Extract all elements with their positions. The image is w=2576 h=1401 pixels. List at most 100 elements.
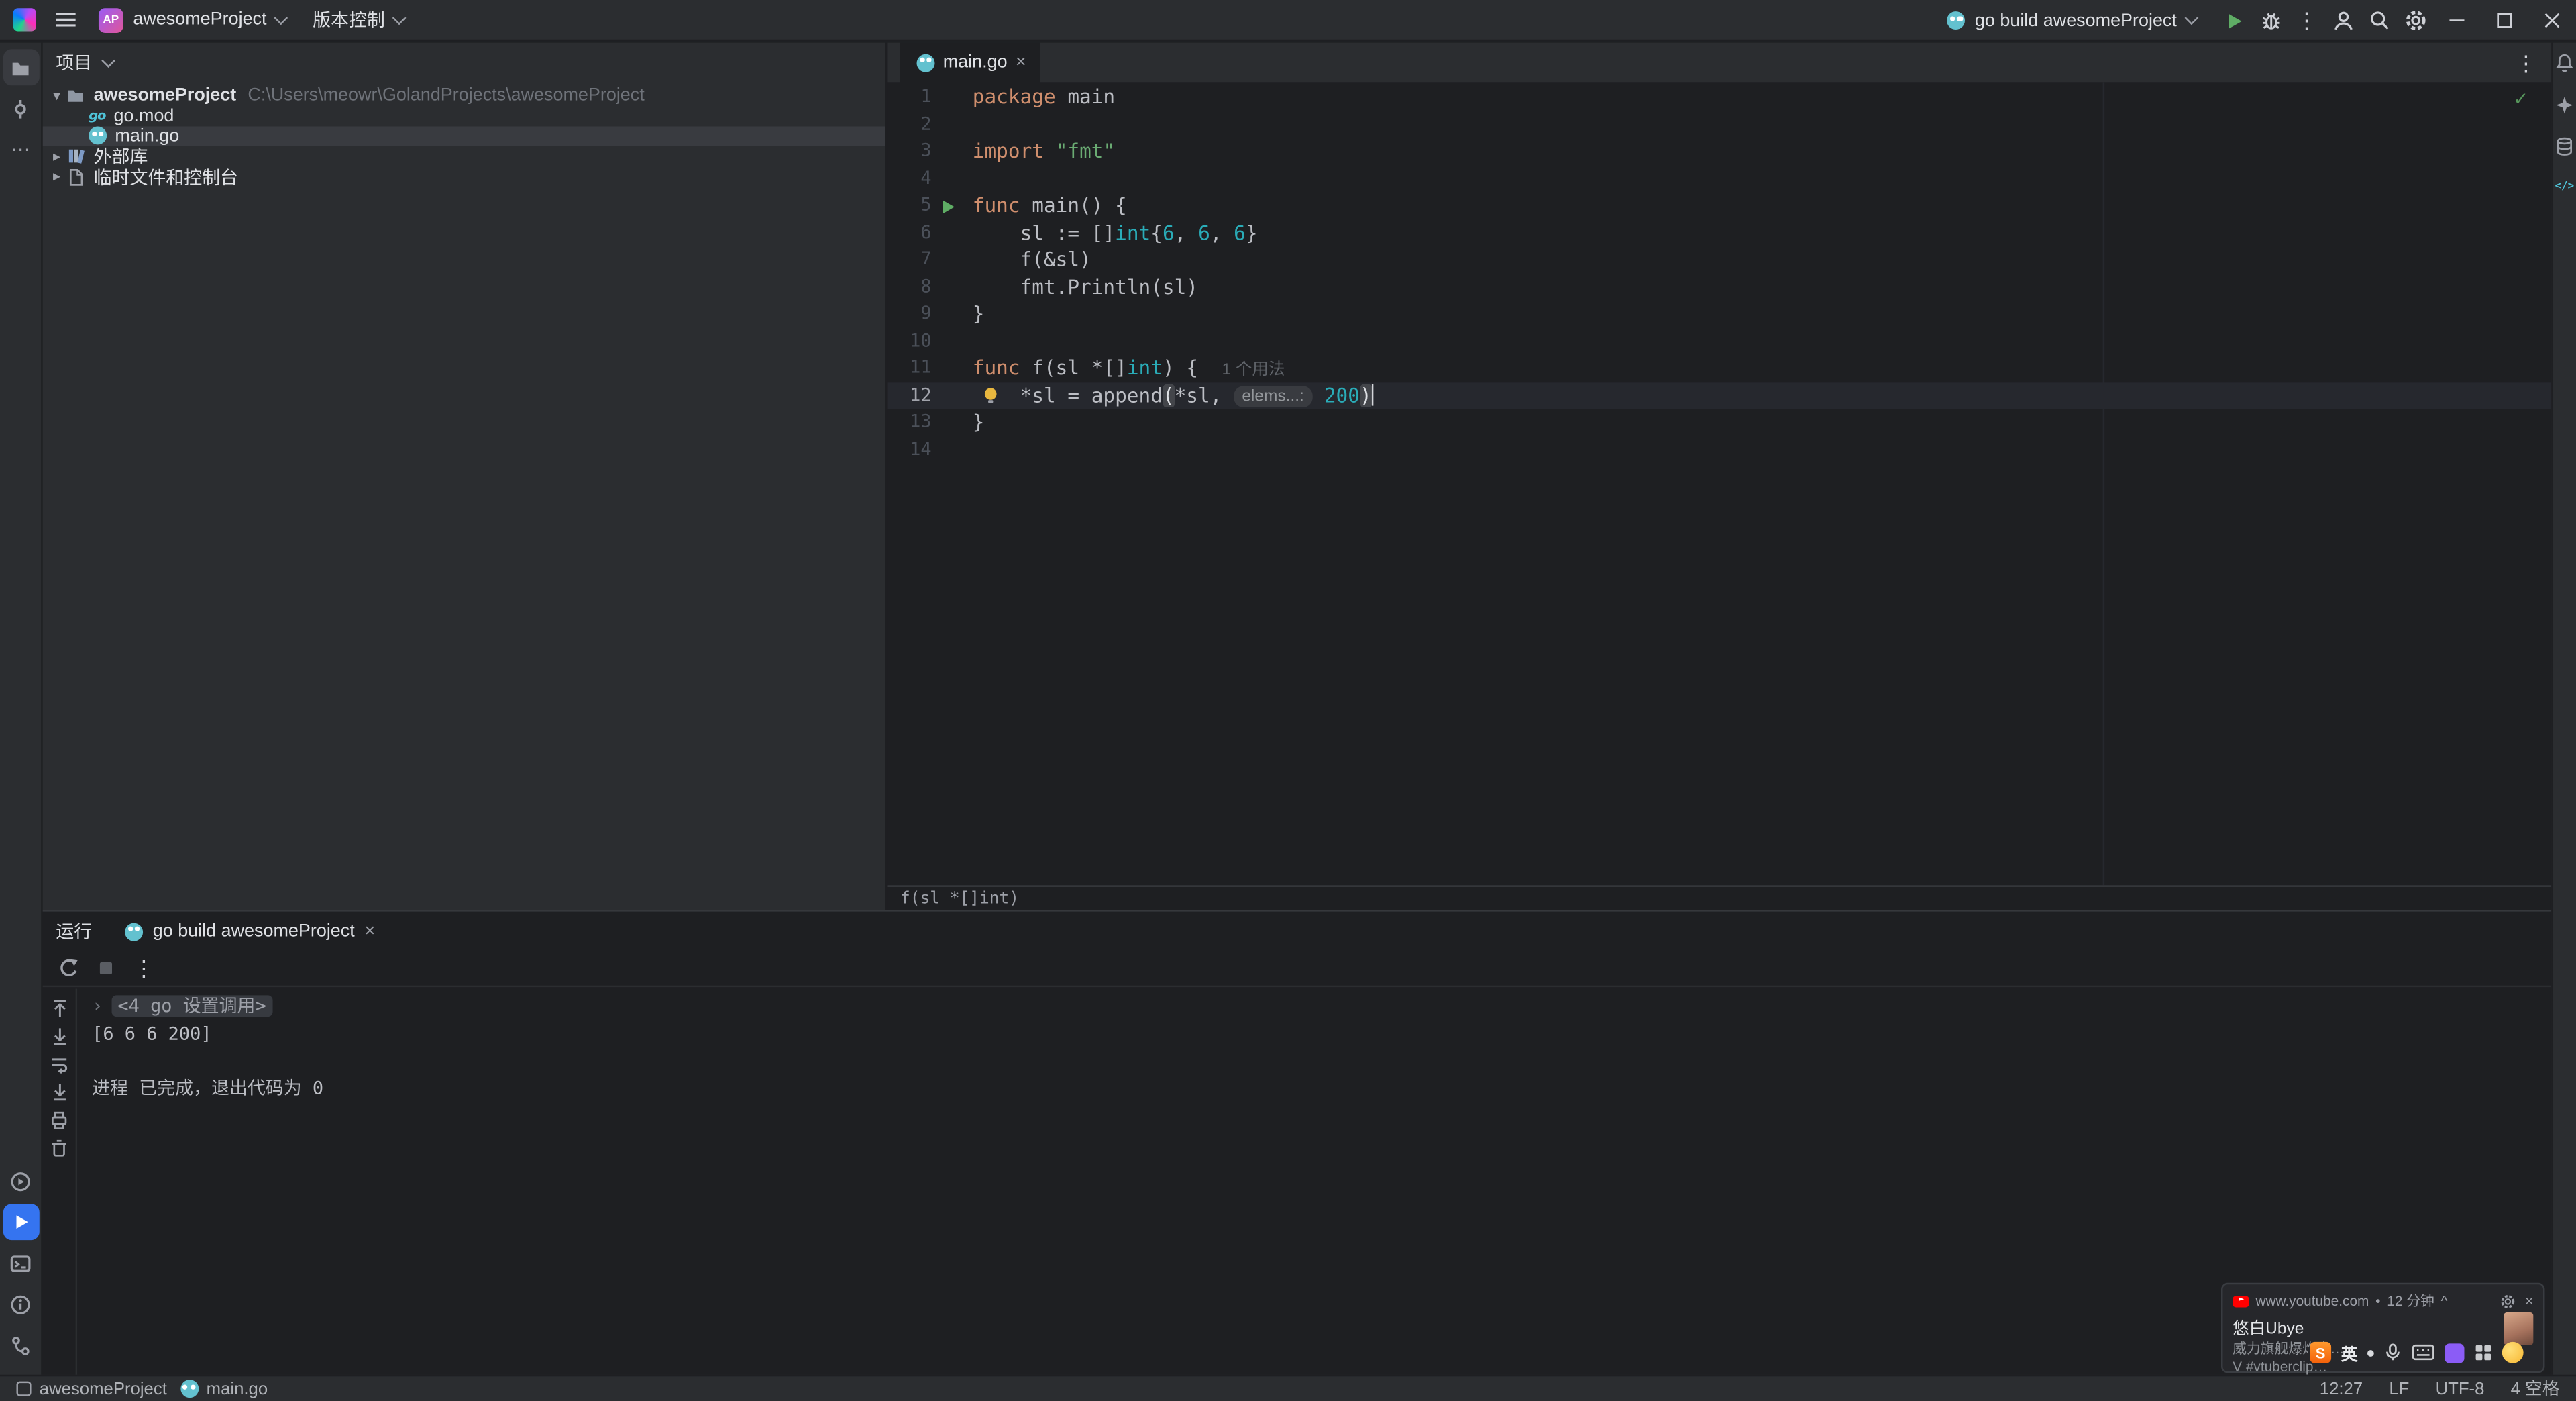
settings-gear-button[interactable] (2397, 0, 2433, 41)
breadcrumb[interactable]: f(sl *[]int) (900, 889, 1019, 907)
microphone-icon[interactable] (2383, 1342, 2402, 1363)
ime-skin-icon[interactable] (2445, 1343, 2465, 1363)
line-number[interactable]: 11 (887, 355, 931, 382)
maximize-button[interactable] (2481, 0, 2528, 41)
line-number[interactable]: 8 (887, 274, 931, 301)
line-number[interactable]: 1 (887, 84, 931, 111)
line-number[interactable]: 9 (887, 301, 931, 327)
toast-close-icon[interactable]: × (2525, 1292, 2533, 1308)
code-line[interactable]: 3 import "fmt" (887, 138, 2551, 165)
inspection-ok-icon[interactable]: ✓ (2513, 87, 2528, 114)
toast-settings-gear-icon[interactable] (2500, 1294, 2515, 1308)
vcs-widget[interactable]: 版本控制 (313, 7, 407, 33)
run-tab[interactable]: go build awesomeProject × (121, 921, 375, 941)
rerun-button[interactable] (58, 957, 79, 979)
status-project-widget[interactable]: awesomeProject (16, 1379, 167, 1398)
ime-cursor-dot-icon[interactable] (2367, 1349, 2374, 1356)
run-tool-button[interactable] (2, 1204, 39, 1241)
run-gutter-icon[interactable] (943, 199, 955, 213)
code-text[interactable]: fmt.Println(sl) (973, 274, 1198, 301)
minimize-button[interactable] (2433, 0, 2481, 41)
tab-options-button[interactable]: ⋮ (2515, 43, 2536, 83)
down-arrow-button[interactable] (48, 1025, 70, 1046)
code-editor[interactable]: 1 package main 2 3 import "fmt" 4 5 func main()… (887, 82, 2552, 886)
line-number[interactable]: 5 (887, 192, 931, 219)
user-account-button[interactable] (2324, 0, 2361, 41)
clear-console-button[interactable] (48, 1137, 70, 1158)
chevron-collapsed-icon[interactable]: ▸ (48, 168, 66, 186)
sogou-ime-icon[interactable]: S (2310, 1341, 2332, 1363)
code-line[interactable]: 8 fmt.Println(sl) (887, 274, 2551, 301)
code-line[interactable]: 5 func main() { (887, 192, 2551, 219)
indent-widget[interactable]: 4 空格 (2511, 1376, 2560, 1401)
code-line[interactable]: 1 package main (887, 84, 2551, 111)
ime-grid-menu-icon[interactable] (2474, 1343, 2492, 1361)
problems-tool-button[interactable] (3, 1286, 39, 1322)
run-button[interactable] (2216, 0, 2253, 41)
code-text[interactable]: *sl = append(*sl, elems...: 200) (973, 382, 1375, 409)
more-actions-button[interactable]: ⋮ (2288, 0, 2324, 41)
code-text[interactable]: func f(sl *[]int) { 1 个用法 (973, 355, 1285, 382)
run-console[interactable]: › <4 go 设置调用> [6 6 6 200] 进程 已完成，退出代码为 0 (77, 989, 2551, 1375)
commit-tool-button[interactable] (3, 91, 39, 127)
terminal-tool-button[interactable] (3, 1245, 39, 1281)
notifications-bell-button[interactable] (2555, 52, 2574, 74)
ai-assistant-button[interactable] (2555, 95, 2574, 115)
chevron-down-icon[interactable] (101, 52, 116, 67)
code-text[interactable]: sl := []int{6, 6, 6} (973, 219, 1258, 246)
run-configuration-selector[interactable]: go build awesomeProject (1943, 11, 2199, 30)
code-line[interactable]: 7 f(&sl) (887, 246, 2551, 273)
tree-item-project-root[interactable]: ▾ awesomeProject C:\Users\meowr\GolandPr… (43, 85, 885, 105)
tree-item-gomod[interactable]: go go.mod (43, 106, 885, 126)
code-text[interactable]: func main() { (973, 192, 1127, 219)
scroll-to-end-button[interactable] (48, 1081, 70, 1102)
endpoints-button[interactable]: </> (2555, 179, 2574, 193)
more-tool-windows-button[interactable]: ⋯ (3, 132, 39, 168)
main-menu-button[interactable] (54, 10, 77, 30)
toast-collapse-icon[interactable]: ^ (2441, 1292, 2448, 1308)
git-branch-tool-button[interactable] (3, 1327, 39, 1363)
tree-item-scratches[interactable]: ▸ 临时文件和控制台 (43, 167, 885, 189)
code-text[interactable]: import "fmt" (973, 138, 1115, 165)
project-widget[interactable]: AP awesomeProject (98, 7, 288, 32)
line-number[interactable]: 10 (887, 327, 931, 354)
line-number[interactable]: 3 (887, 138, 931, 165)
line-number[interactable]: 2 (887, 111, 931, 138)
database-button[interactable] (2555, 136, 2574, 158)
line-number[interactable]: 6 (887, 219, 931, 246)
fold-toggle-icon[interactable]: › (92, 995, 103, 1017)
intention-bulb-icon[interactable] (981, 386, 1000, 405)
line-number[interactable]: 14 (887, 436, 931, 463)
encoding-widget[interactable]: UTF-8 (2436, 1379, 2485, 1398)
code-line[interactable]: 10 (887, 327, 2551, 354)
close-window-button[interactable] (2528, 0, 2576, 41)
code-line[interactable]: 13} (887, 409, 2551, 436)
chevron-expanded-icon[interactable]: ▾ (48, 87, 66, 105)
tree-item-maingo[interactable]: main.go (42, 125, 886, 147)
caret-position-widget[interactable]: 12:27 (2320, 1379, 2363, 1398)
stop-button[interactable] (97, 959, 115, 978)
status-file-widget[interactable]: main.go (177, 1379, 268, 1398)
ime-language-indicator[interactable]: 英 (2341, 1340, 2357, 1365)
search-everywhere-button[interactable] (2361, 0, 2397, 41)
ime-emoji-icon[interactable] (2502, 1341, 2524, 1363)
close-tab-icon[interactable]: × (1016, 52, 1026, 72)
line-number[interactable]: 12 (887, 382, 931, 409)
code-text[interactable]: } (973, 301, 985, 327)
project-tool-button[interactable] (2, 49, 39, 86)
chevron-collapsed-icon[interactable]: ▸ (48, 148, 66, 166)
print-button[interactable] (48, 1108, 70, 1130)
code-line[interactable]: 6 sl := []int{6, 6, 6} (887, 219, 2551, 246)
line-number[interactable]: 4 (887, 165, 931, 192)
code-line[interactable]: 11 func f(sl *[]int) { 1 个用法 (887, 355, 2551, 382)
code-line[interactable]: 12 *sl = append(*sl, elems...: 200) (887, 382, 2552, 409)
code-line[interactable]: 14 (887, 436, 2551, 463)
debug-button[interactable] (2253, 0, 2289, 41)
line-number[interactable]: 7 (887, 246, 931, 273)
keyboard-icon[interactable] (2412, 1343, 2434, 1361)
up-arrow-button[interactable] (48, 997, 70, 1019)
code-line[interactable]: 4 (887, 165, 2551, 192)
code-text[interactable]: } (973, 409, 985, 436)
code-line[interactable]: 2 (887, 111, 2551, 138)
editor-tab-maingo[interactable]: main.go × (900, 42, 1040, 83)
